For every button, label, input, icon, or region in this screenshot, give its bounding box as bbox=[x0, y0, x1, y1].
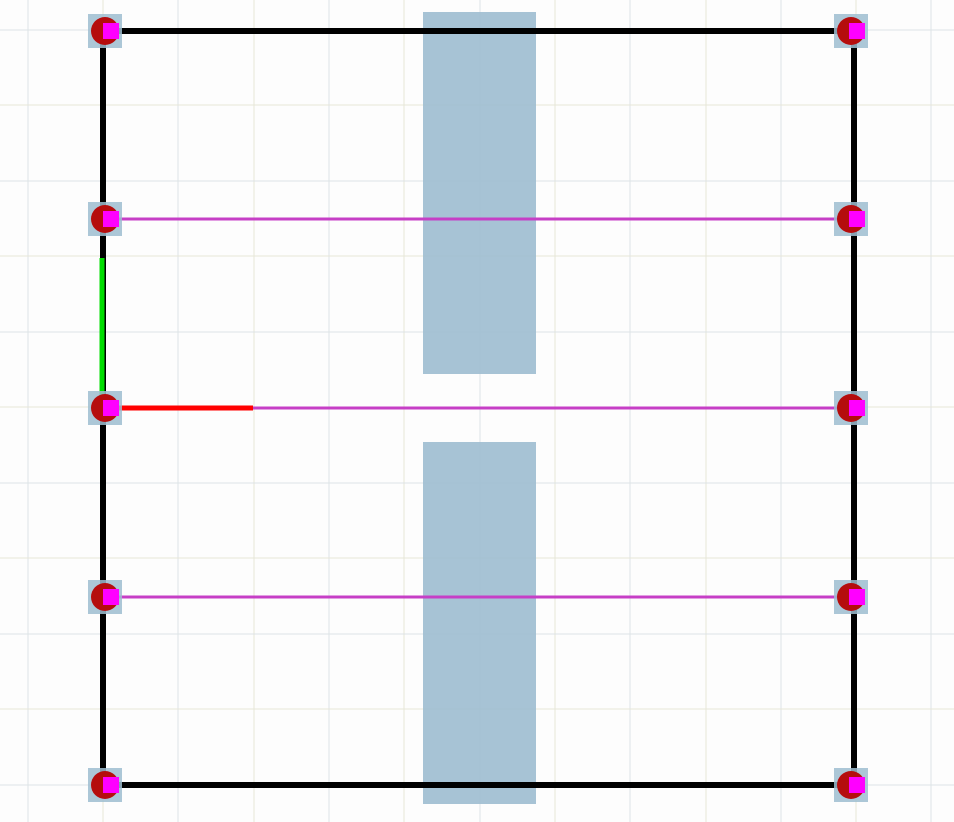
upper-obstacle bbox=[423, 12, 536, 374]
node-square bbox=[849, 400, 865, 416]
node-left-2[interactable] bbox=[88, 202, 122, 236]
node-right-1[interactable] bbox=[834, 14, 868, 48]
node-right-2[interactable] bbox=[834, 202, 868, 236]
node-left-5[interactable] bbox=[88, 768, 122, 802]
node-square bbox=[849, 23, 865, 39]
node-square bbox=[849, 589, 865, 605]
node-square bbox=[103, 211, 119, 227]
node-square bbox=[103, 23, 119, 39]
scene-canvas[interactable] bbox=[0, 0, 954, 822]
node-left-1[interactable] bbox=[88, 14, 122, 48]
node-square bbox=[103, 777, 119, 793]
lower-obstacle bbox=[423, 442, 536, 804]
node-left-4[interactable] bbox=[88, 580, 122, 614]
node-right-3[interactable] bbox=[834, 391, 868, 425]
scene-viewport[interactable] bbox=[0, 0, 954, 822]
node-right-4[interactable] bbox=[834, 580, 868, 614]
node-square bbox=[103, 400, 119, 416]
node-square bbox=[849, 211, 865, 227]
node-right-5[interactable] bbox=[834, 768, 868, 802]
node-left-3[interactable] bbox=[88, 391, 122, 425]
node-square bbox=[849, 777, 865, 793]
node-square bbox=[103, 589, 119, 605]
